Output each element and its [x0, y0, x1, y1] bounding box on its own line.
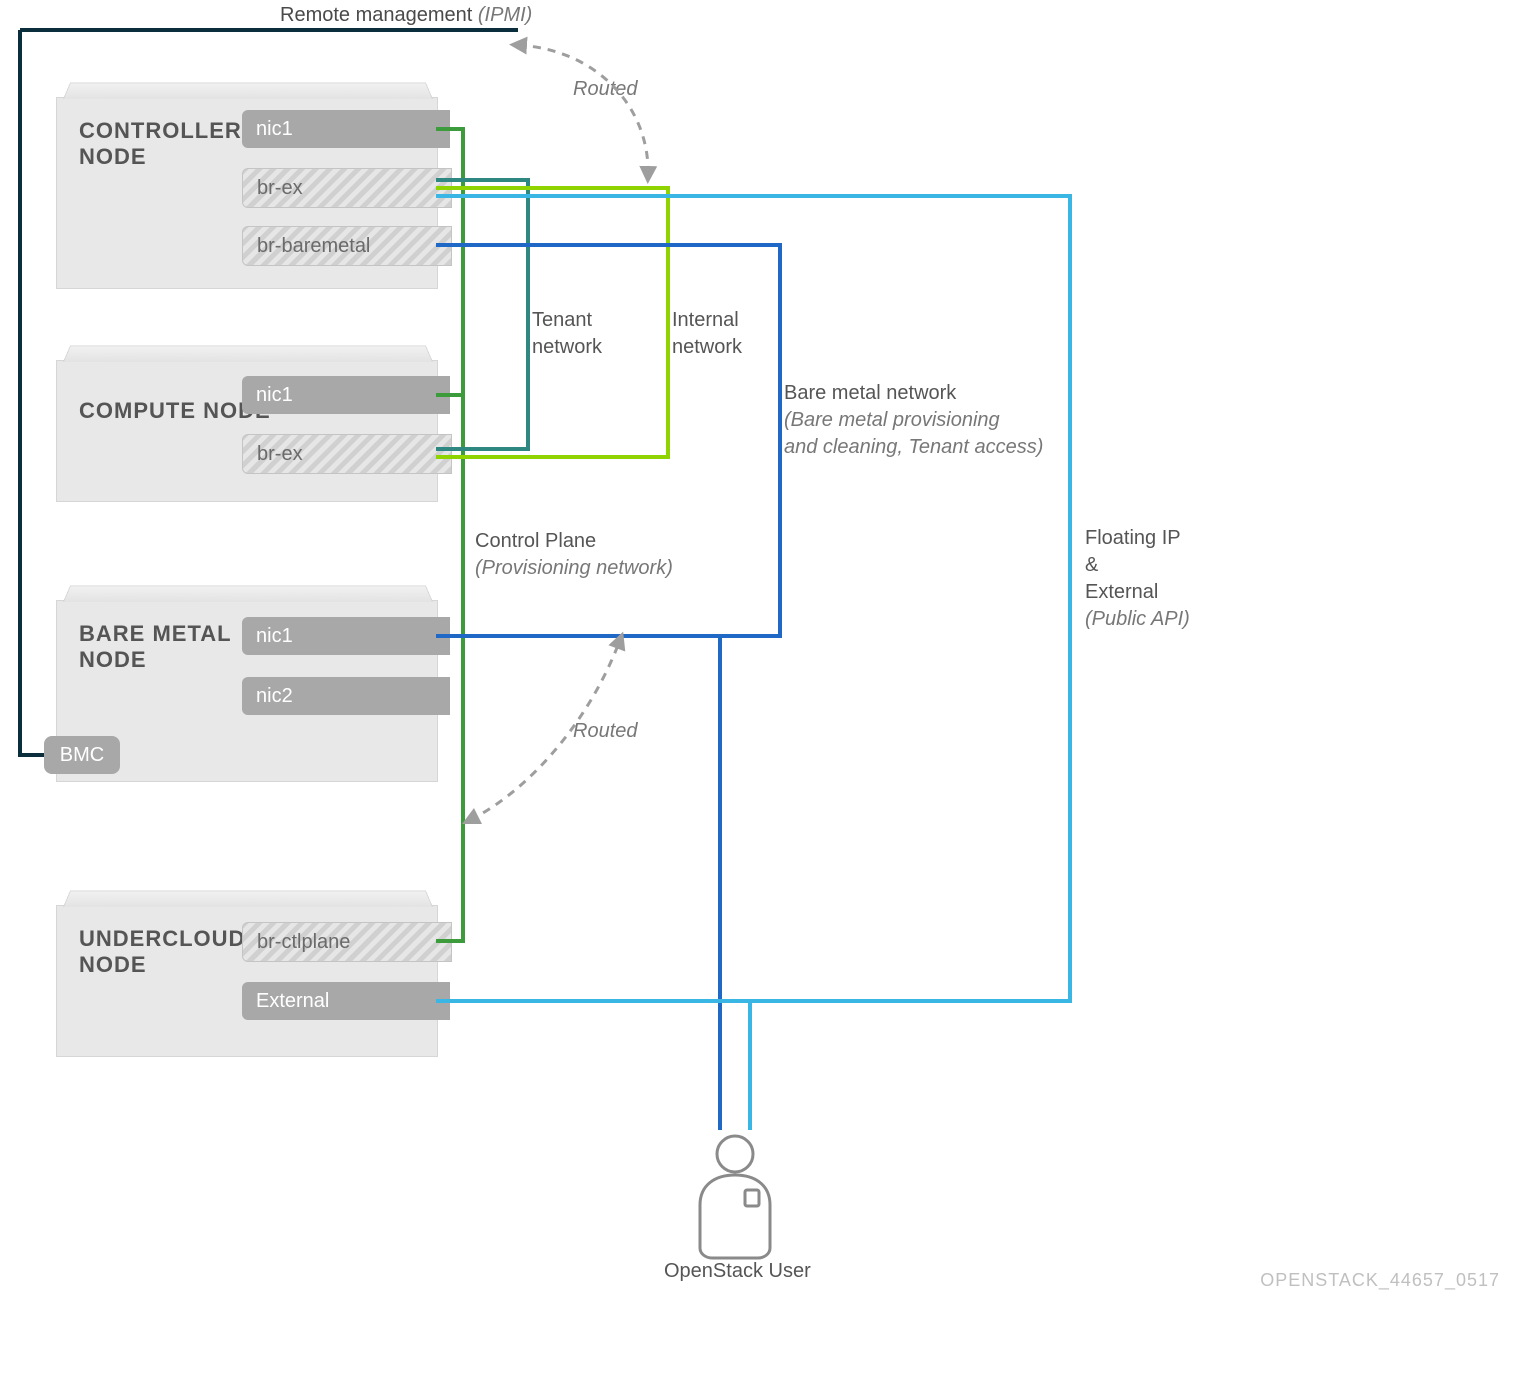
label-routed-1: Routed [573, 78, 638, 101]
node-title-undercloud: UNDERCLOUD NODE [79, 926, 245, 978]
label-control-plane-sub: (Provisioning network) [475, 555, 673, 582]
iface-baremetal-nic1: nic1 [242, 617, 450, 655]
label-routed-2: Routed [573, 720, 638, 743]
footer-id: OPENSTACK_44657_0517 [1260, 1270, 1500, 1291]
label-control-plane-title: Control Plane [475, 528, 673, 555]
iface-baremetal-nic2: nic2 [242, 677, 450, 715]
iface-controller-br-baremetal: br-baremetal [242, 226, 452, 266]
iface-controller-brex: br-ex [242, 168, 452, 208]
label-internal-network: Internal network [672, 307, 742, 361]
label-baremetal-network-title: Bare metal network [784, 380, 1043, 407]
label-floating-ip-sub: (Public API) [1085, 606, 1190, 633]
label-baremetal-network-sub: (Bare metal provisioning and cleaning, T… [784, 407, 1043, 461]
remote-mgmt-suffix: (IPMI) [478, 4, 532, 26]
iface-undercloud-external: External [242, 982, 450, 1020]
label-floating-ip-title: Floating IP & External [1085, 525, 1190, 606]
iface-compute-brex: br-ex [242, 434, 452, 474]
diagram-stage: Remote management (IPMI) CONTROLLER NODE… [0, 0, 1520, 1381]
label-tenant-network: Tenant network [532, 307, 602, 361]
remote-mgmt-text: Remote management [280, 4, 472, 26]
iface-baremetal-bmc: BMC [44, 736, 120, 774]
node-title-controller: CONTROLLER NODE [79, 118, 242, 170]
node-title-baremetal: BARE METAL NODE [79, 621, 232, 673]
iface-compute-nic1: nic1 [242, 376, 450, 414]
label-control-plane: Control Plane (Provisioning network) [475, 528, 673, 582]
iface-undercloud-brctl: br-ctlplane [242, 922, 452, 962]
iface-controller-nic1: nic1 [242, 110, 450, 148]
label-openstack-user: OpenStack User [664, 1260, 811, 1283]
label-floating-ip: Floating IP & External (Public API) [1085, 525, 1190, 633]
label-remote-management: Remote management (IPMI) [280, 4, 532, 27]
label-baremetal-network: Bare metal network (Bare metal provision… [784, 380, 1043, 461]
